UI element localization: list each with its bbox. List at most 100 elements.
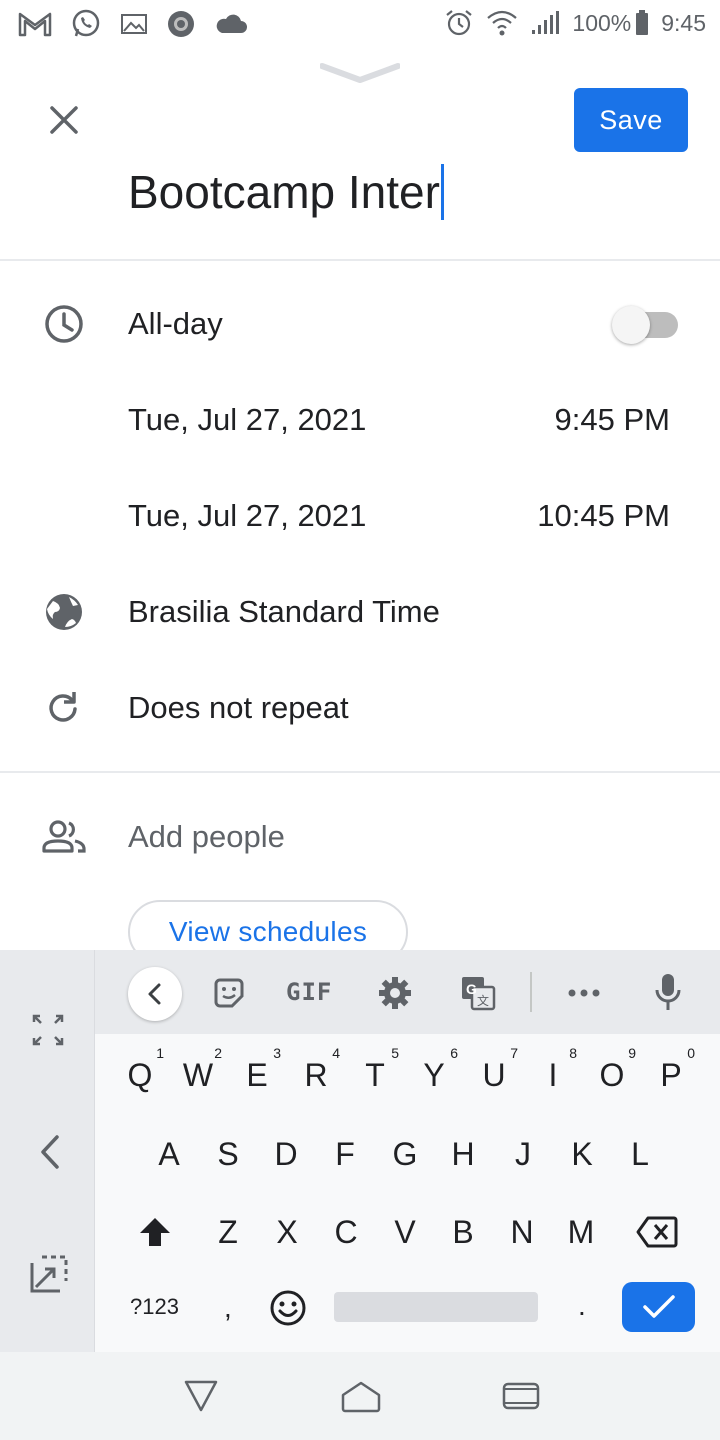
record-icon	[168, 11, 194, 37]
shift-key[interactable]	[134, 1210, 176, 1254]
key-i[interactable]: I8	[525, 1045, 581, 1105]
key-z[interactable]: Z	[200, 1202, 256, 1262]
chevron-left-icon[interactable]	[30, 1130, 70, 1174]
key-j[interactable]: J	[495, 1124, 551, 1184]
end-time[interactable]: 10:45 PM	[537, 498, 670, 534]
end-date[interactable]: Tue, Jul 27, 2021	[128, 498, 366, 534]
backspace-key[interactable]	[632, 1212, 682, 1252]
space-key[interactable]	[334, 1292, 538, 1322]
key-q[interactable]: Q1	[112, 1045, 168, 1105]
symbols-key[interactable]: ?123	[130, 1294, 179, 1320]
status-bar: 100% 9:45	[0, 0, 720, 50]
cloud-icon	[216, 14, 247, 33]
key-d[interactable]: D	[258, 1124, 314, 1184]
key-f[interactable]: F	[317, 1124, 373, 1184]
battery-icon	[636, 10, 649, 35]
key-p[interactable]: P0	[643, 1045, 699, 1105]
title-input[interactable]: Bootcamp Inter	[128, 160, 444, 224]
key-o[interactable]: O9	[584, 1045, 640, 1105]
gif-button[interactable]: GIF	[286, 978, 332, 1006]
check-icon	[642, 1295, 675, 1318]
key-t[interactable]: T5	[347, 1045, 403, 1105]
wifi-icon	[487, 10, 518, 36]
signal-icon	[532, 11, 560, 34]
add-people-input[interactable]: Add people	[128, 819, 285, 855]
close-button[interactable]	[40, 96, 88, 144]
status-icons-left	[18, 8, 248, 40]
timezone-label[interactable]: Brasilia Standard Time	[128, 594, 440, 630]
key-v[interactable]: V	[377, 1202, 433, 1262]
repeat-label[interactable]: Does not repeat	[128, 690, 349, 726]
drag-handle-icon[interactable]	[320, 62, 400, 86]
key-label: T	[365, 1056, 385, 1093]
start-time[interactable]: 9:45 PM	[555, 402, 670, 438]
key-b[interactable]: B	[435, 1202, 491, 1262]
sticker-icon[interactable]	[210, 974, 248, 1012]
comma-key[interactable]: ,	[224, 1292, 232, 1324]
key-k[interactable]: K	[554, 1124, 610, 1184]
whatsapp-icon	[72, 9, 100, 37]
key-e[interactable]: E3	[229, 1045, 285, 1105]
globe-icon	[40, 588, 88, 636]
more-icon[interactable]	[564, 980, 604, 1006]
translate-icon[interactable]: G文	[458, 973, 498, 1013]
period-key[interactable]: .	[578, 1290, 586, 1322]
key-hint: 4	[332, 1045, 340, 1061]
shift-icon	[140, 1218, 170, 1246]
emoji-key[interactable]	[266, 1286, 310, 1330]
mic-icon[interactable]	[650, 970, 686, 1014]
gmail-icon	[18, 12, 52, 37]
key-w[interactable]: W2	[170, 1045, 226, 1105]
key-m[interactable]: M	[553, 1202, 609, 1262]
key-label: O	[599, 1056, 625, 1093]
key-u[interactable]: U7	[466, 1045, 522, 1105]
alarm-icon	[446, 10, 473, 36]
key-hint: 6	[450, 1045, 458, 1061]
key-label: R	[304, 1056, 328, 1093]
key-label: Y	[423, 1056, 445, 1093]
key-c[interactable]: C	[318, 1202, 374, 1262]
key-label: Q	[127, 1056, 153, 1093]
title-text: Bootcamp Inter	[128, 166, 440, 218]
done-key[interactable]	[622, 1282, 695, 1332]
all-day-toggle[interactable]	[612, 306, 680, 344]
key-r[interactable]: R4	[288, 1045, 344, 1105]
back-nav-button[interactable]	[176, 1376, 226, 1416]
text-cursor	[440, 164, 444, 220]
back-triangle-icon	[184, 1380, 218, 1412]
key-x[interactable]: X	[259, 1202, 315, 1262]
key-label: E	[246, 1056, 268, 1093]
chevron-left-icon	[148, 983, 161, 1005]
key-s[interactable]: S	[200, 1124, 256, 1184]
settings-icon[interactable]	[375, 973, 415, 1013]
key-a[interactable]: A	[141, 1124, 197, 1184]
key-hint: 2	[214, 1045, 222, 1061]
status-time: 9:45	[661, 9, 706, 36]
backspace-icon	[636, 1216, 678, 1248]
key-hint: 1	[156, 1045, 164, 1061]
expand-icon[interactable]	[28, 1010, 68, 1050]
repeat-icon	[40, 684, 88, 732]
home-nav-button[interactable]	[336, 1376, 386, 1416]
battery-indicator: 100%	[572, 10, 649, 37]
svg-text:文: 文	[477, 993, 489, 1008]
clock-icon	[40, 300, 88, 348]
keyboard-back-button[interactable]	[128, 967, 182, 1021]
key-hint: 5	[391, 1045, 399, 1061]
recents-nav-button[interactable]	[496, 1376, 546, 1416]
key-label: U	[482, 1056, 506, 1093]
key-g[interactable]: G	[377, 1124, 433, 1184]
key-y[interactable]: Y6	[406, 1045, 462, 1105]
start-date[interactable]: Tue, Jul 27, 2021	[128, 402, 366, 438]
key-l[interactable]: L	[612, 1124, 668, 1184]
key-n[interactable]: N	[494, 1202, 550, 1262]
divider	[0, 259, 720, 261]
key-h[interactable]: H	[435, 1124, 491, 1184]
recents-icon	[502, 1382, 540, 1410]
emoji-icon	[270, 1290, 306, 1326]
save-button[interactable]: Save	[574, 88, 688, 152]
status-icons-right: 100% 9:45	[444, 8, 706, 38]
people-icon	[40, 813, 88, 861]
undock-icon[interactable]	[26, 1252, 72, 1296]
key-hint: 9	[628, 1045, 636, 1061]
